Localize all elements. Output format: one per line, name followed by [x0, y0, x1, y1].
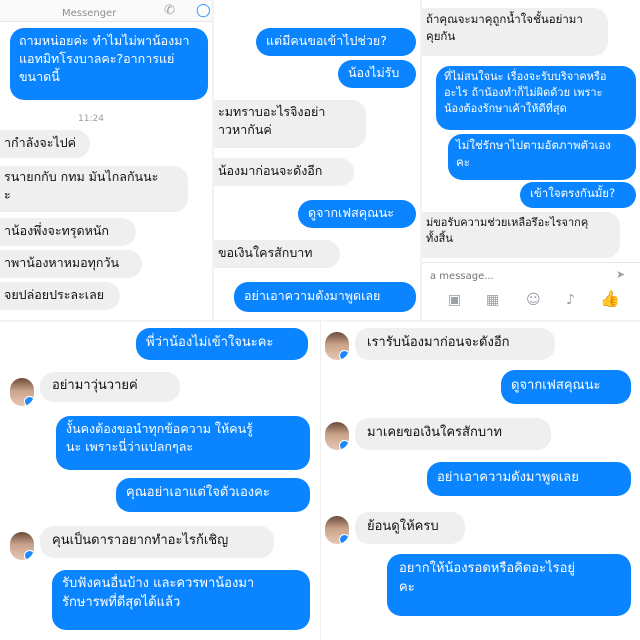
message-bubble-outgoing: ไม่ใช่รักษาไปตามอัตภาพตัวเอง คะ [448, 134, 636, 180]
avatar [10, 378, 34, 406]
phone-icon[interactable]: ✆ [164, 4, 175, 17]
message-bubble-outgoing: รับฟังคนอื่นบ้าง และควรพาน้องมา รักษารพท… [52, 570, 310, 630]
messenger-header: Messenger ✆ ◯ [0, 0, 212, 22]
message-bubble-incoming: มาเคยขอเงินใครสักบาท [355, 418, 551, 450]
like-icon[interactable]: 👍 [600, 291, 620, 307]
message-bubble-outgoing: อย่าเอาความดังมาพูดเลย [427, 462, 631, 496]
avatar [10, 532, 34, 560]
messenger-badge-icon [24, 396, 34, 406]
image-icon[interactable]: ▦ [486, 293, 499, 307]
message-bubble-outgoing: ดูจากเฟสคุณนะ [298, 200, 416, 228]
message-bubble-outgoing: แต่มีคนขอเข้าไปช่วย? [256, 28, 416, 56]
collage-divider [212, 0, 214, 322]
panel-top-left: Messenger ✆ ◯ ถามหน่อยค่ะ ทำไมไม่พาน้องม… [0, 0, 212, 322]
message-bubble-incoming: น้องมาก่อนจะดังอีก [214, 158, 354, 186]
compose-bar: ➤ ▣ ▦ ☺ ♪ 👍 [422, 262, 640, 322]
panel-bottom-left: พี่ว่าน้องไม่เข้าใจนะคะ อย่ามาวุ่นวายค่ … [0, 322, 320, 640]
message-bubble-incoming: จยปล่อยประละเลย [0, 282, 120, 310]
message-bubble-outgoing: เข้าใจตรงกันมั้ย? [520, 182, 636, 208]
header-title: Messenger [62, 8, 117, 19]
message-bubble-outgoing: ที่ไม่สนใจนะ เรื่องจะรับบริจาคหรือ อะไร … [436, 66, 636, 130]
message-bubble-outgoing: ถามหน่อยค่ะ ทำไมไม่พาน้องมา แอทมิทโรงบาล… [10, 28, 208, 100]
messenger-badge-icon [339, 350, 349, 360]
message-bubble-outgoing: อย่าเอาความดังมาพูดเลย [234, 282, 416, 312]
message-bubble-incoming: คุนเป็นดาราอยากทำอะไรก้เชิญ [40, 526, 274, 558]
panel-bottom-right: เรารับน้องมาก่อนจะดังอีก ดูจากเฟสคุณนะ ม… [320, 322, 640, 640]
message-bubble-incoming: ากำลังจะไปค่ [0, 130, 90, 158]
message-bubble-incoming: ขอเงินใครสักบาท [214, 240, 340, 268]
message-bubble-outgoing: ดูจากเฟสคุณนะ [501, 370, 631, 404]
message-bubble-incoming: าพาน้องหาหมอทุกวัน [0, 250, 142, 278]
message-bubble-incoming: าน้องพึ่งจะทรุดหนัก [0, 218, 136, 246]
avatar [325, 516, 349, 544]
send-icon[interactable]: ➤ [616, 269, 625, 280]
message-bubble-incoming: รนายกกับ กทม มันไกลกันนะ ะ [0, 166, 188, 212]
messenger-badge-icon [339, 440, 349, 450]
messenger-badge-icon [24, 550, 34, 560]
timestamp: 11:24 [78, 114, 104, 124]
messenger-badge-icon [339, 534, 349, 544]
message-bubble-incoming: เรารับน้องมาก่อนจะดังอีก [355, 328, 555, 360]
mic-icon[interactable]: ♪ [566, 293, 575, 307]
message-bubble-outgoing: น้องไม่รับ [338, 60, 416, 88]
message-bubble-incoming: ถ้าคุณจะมาคุถูกน้ำใจชั้นอย่ามา คุยกัน [422, 8, 608, 56]
message-bubble-outgoing: อยากให้น้องรอดหรือคิดอะไรอยู่ คะ [387, 554, 631, 616]
panel-top-middle: แต่มีคนขอเข้าไปช่วย? น้องไม่รับ ะมทราบอะ… [214, 0, 420, 322]
message-bubble-outgoing: งั้นคงต้องขอนำทุกข้อความ ให้คนรู้ นะ เพร… [56, 416, 310, 470]
message-bubble-incoming: ะมทราบอะไรจิงอย่า าวหากันค่ [214, 100, 366, 148]
message-input[interactable] [430, 267, 610, 285]
avatar [325, 332, 349, 360]
collage-divider [420, 0, 422, 322]
message-bubble-incoming: ย้อนดูให้ครบ [355, 512, 465, 544]
collage-divider [0, 320, 640, 322]
video-call-icon[interactable]: ◯ [196, 4, 211, 17]
emoji-icon[interactable]: ☺ [526, 293, 541, 307]
avatar [325, 422, 349, 450]
camera-icon[interactable]: ▣ [448, 293, 461, 307]
message-bubble-outgoing: คุณอย่าเอาแต่ใจตัวเองคะ [116, 478, 310, 512]
message-bubble-incoming: อย่ามาวุ่นวายค่ [40, 372, 180, 402]
message-bubble-outgoing: พี่ว่าน้องไม่เข้าใจนะคะ [136, 328, 308, 360]
panel-top-right: ถ้าคุณจะมาคุถูกน้ำใจชั้นอย่ามา คุยกัน ที… [422, 0, 640, 322]
message-bubble-incoming: ม่ขอรับความช่วยเหลือรึอะไรจากคุ ทั้งสิ้น [422, 212, 620, 258]
